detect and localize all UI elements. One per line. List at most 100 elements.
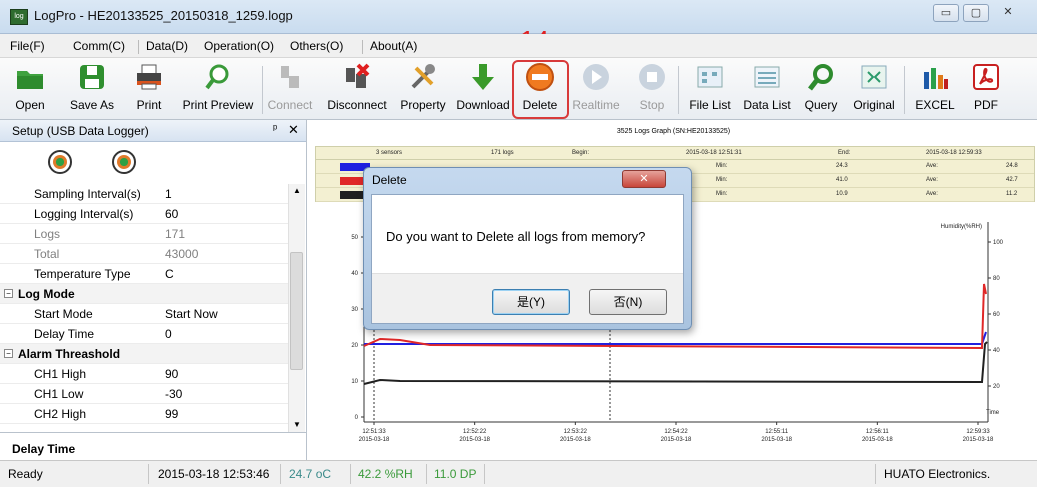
download-button[interactable]: Download <box>454 62 512 118</box>
description-title: Delay Time <box>12 442 76 456</box>
left-tick-label: 30 <box>351 307 358 313</box>
stop-button[interactable]: Stop <box>632 62 672 118</box>
property-row[interactable]: Temperature Type C <box>0 264 288 284</box>
yes-button[interactable]: 是(Y) <box>492 289 570 315</box>
tools-icon <box>408 62 438 92</box>
scroll-up-icon[interactable]: ▲ <box>293 186 301 195</box>
status-datetime: 2015-03-18 12:53:46 <box>158 467 270 481</box>
property-name: Alarm Threashold <box>18 347 121 361</box>
min-label: Min: <box>716 177 728 183</box>
status-temperature: 24.7 oC <box>289 467 332 481</box>
x-tick-time: 12:52:22 <box>463 429 487 435</box>
data-list-icon <box>752 62 782 92</box>
query-icon <box>806 62 836 92</box>
no-button[interactable]: 否(N) <box>589 289 667 315</box>
menu-data[interactable]: Data(D) <box>146 39 188 53</box>
data-list-button[interactable]: Data List <box>738 62 796 118</box>
property-value[interactable]: 43000 <box>165 247 198 261</box>
minimize-button[interactable]: ▭ <box>933 4 959 22</box>
dialog-close-button[interactable]: ✕ <box>622 170 666 188</box>
panel-header: Setup (USB Data Logger) ᵖ ✕ <box>0 120 306 142</box>
property-row[interactable]: Total 43000 <box>0 244 288 264</box>
save-as-button[interactable]: Save As <box>62 62 122 118</box>
magnifier-icon <box>203 62 233 92</box>
maximize-button[interactable]: ▢ <box>963 4 989 22</box>
end-time: 2015-03-18 12:59:33 <box>926 150 982 156</box>
pin-icon[interactable]: ᵖ <box>273 123 277 135</box>
panel-close-button[interactable]: ✕ <box>288 122 299 138</box>
print-preview-button[interactable]: Print Preview <box>180 62 256 118</box>
connect-icon <box>275 62 305 92</box>
property-value[interactable]: 1 <box>165 187 172 201</box>
excel-button[interactable]: EXCEL <box>910 62 960 118</box>
property-row[interactable]: Delay Time 0 <box>0 324 288 344</box>
disconnect-icon <box>342 62 372 92</box>
menu-bar: File(F) Comm(C) Data(D) Operation(O) Oth… <box>0 34 1037 58</box>
property-value[interactable]: Start Now <box>165 307 218 321</box>
min-value: 24.3 <box>836 163 848 169</box>
property-value[interactable]: C <box>165 267 174 281</box>
scroll-down-icon[interactable]: ▼ <box>293 420 301 429</box>
right-tick-label: 40 <box>993 348 1000 354</box>
property-value[interactable]: 60 <box>165 207 178 221</box>
property-value[interactable]: 0 <box>165 327 172 341</box>
property-row[interactable]: Start Mode Start Now <box>0 304 288 324</box>
ave-label: Ave: <box>926 177 938 183</box>
file-list-button[interactable]: File List <box>684 62 736 118</box>
left-tick-label: 10 <box>351 379 358 385</box>
window-title: LogPro - HE20133525_20150318_1259.logp <box>34 8 293 23</box>
open-button[interactable]: Open <box>10 62 50 118</box>
property-value[interactable]: 99 <box>165 407 178 421</box>
collapse-icon[interactable]: − <box>4 289 13 298</box>
property-row[interactable]: CH2 High 99 <box>0 404 288 424</box>
pdf-icon <box>971 62 1001 92</box>
ave-value: 11.2 <box>1006 191 1018 197</box>
menu-comm[interactable]: Comm(C) <box>73 39 125 53</box>
x-tick-date: 2015-03-18 <box>761 437 792 443</box>
begin-label: Begin: <box>572 150 590 156</box>
end-label: End: <box>838 150 851 156</box>
menu-about[interactable]: About(A) <box>370 39 417 53</box>
realtime-button[interactable]: Realtime <box>570 62 622 118</box>
left-tick-label: 50 <box>351 235 358 241</box>
property-value[interactable]: -30 <box>165 387 182 401</box>
menu-operation[interactable]: Operation(O) <box>204 39 274 53</box>
logs-count: 171 logs <box>491 150 514 156</box>
collapse-icon[interactable]: − <box>4 349 13 358</box>
query-button[interactable]: Query <box>800 62 842 118</box>
print-button[interactable]: Print <box>132 62 166 118</box>
save-icon <box>77 62 107 92</box>
toolbar-separator <box>904 66 905 114</box>
property-name: Total <box>34 247 60 261</box>
property-row[interactable]: CH1 High 90 <box>0 364 288 384</box>
x-tick-date: 2015-03-18 <box>560 437 591 443</box>
status-dewpoint: 11.0 DP <box>434 467 477 481</box>
title-bar: log LogPro - HE20133525_20150318_1259.lo… <box>0 0 1037 34</box>
graph-title: 3525 Logs Graph (SN:HE20133525) <box>616 128 731 135</box>
pdf-button[interactable]: PDF <box>964 62 1008 118</box>
property-value[interactable]: 90 <box>165 367 178 381</box>
disconnect-button[interactable]: Disconnect <box>322 62 392 118</box>
property-group[interactable]: − Log Mode <box>0 284 288 304</box>
property-row[interactable]: Sampling Interval(s) 1 <box>0 184 288 204</box>
property-group[interactable]: − Alarm Threashold <box>0 344 288 364</box>
dialog-message: Do you want to Delete all logs from memo… <box>386 229 646 244</box>
property-value[interactable]: 171 <box>165 227 185 241</box>
menu-file[interactable]: File(F) <box>10 39 45 53</box>
right-tick-label: 20 <box>993 384 1000 390</box>
toolbar-separator <box>678 66 679 114</box>
property-button[interactable]: Property <box>392 62 454 118</box>
property-row[interactable]: Logging Interval(s) 60 <box>0 204 288 224</box>
x-tick-date: 2015-03-18 <box>963 437 994 443</box>
alphabetical-icon[interactable] <box>112 150 136 174</box>
categorized-icon[interactable] <box>48 150 72 174</box>
scrollbar-thumb[interactable] <box>290 252 303 370</box>
property-grid: Sampling Interval(s) 1 Logging Interval(s)… <box>0 184 288 434</box>
property-row[interactable]: CH1 Low -30 <box>0 384 288 404</box>
property-row[interactable]: Logs 171 <box>0 224 288 244</box>
original-button[interactable]: Original <box>846 62 902 118</box>
connect-button[interactable]: Connect <box>266 62 314 118</box>
right-tick-label: 60 <box>993 312 1000 318</box>
window-close-button[interactable]: ✕ <box>995 4 1021 22</box>
menu-others[interactable]: Others(O) <box>290 39 343 53</box>
